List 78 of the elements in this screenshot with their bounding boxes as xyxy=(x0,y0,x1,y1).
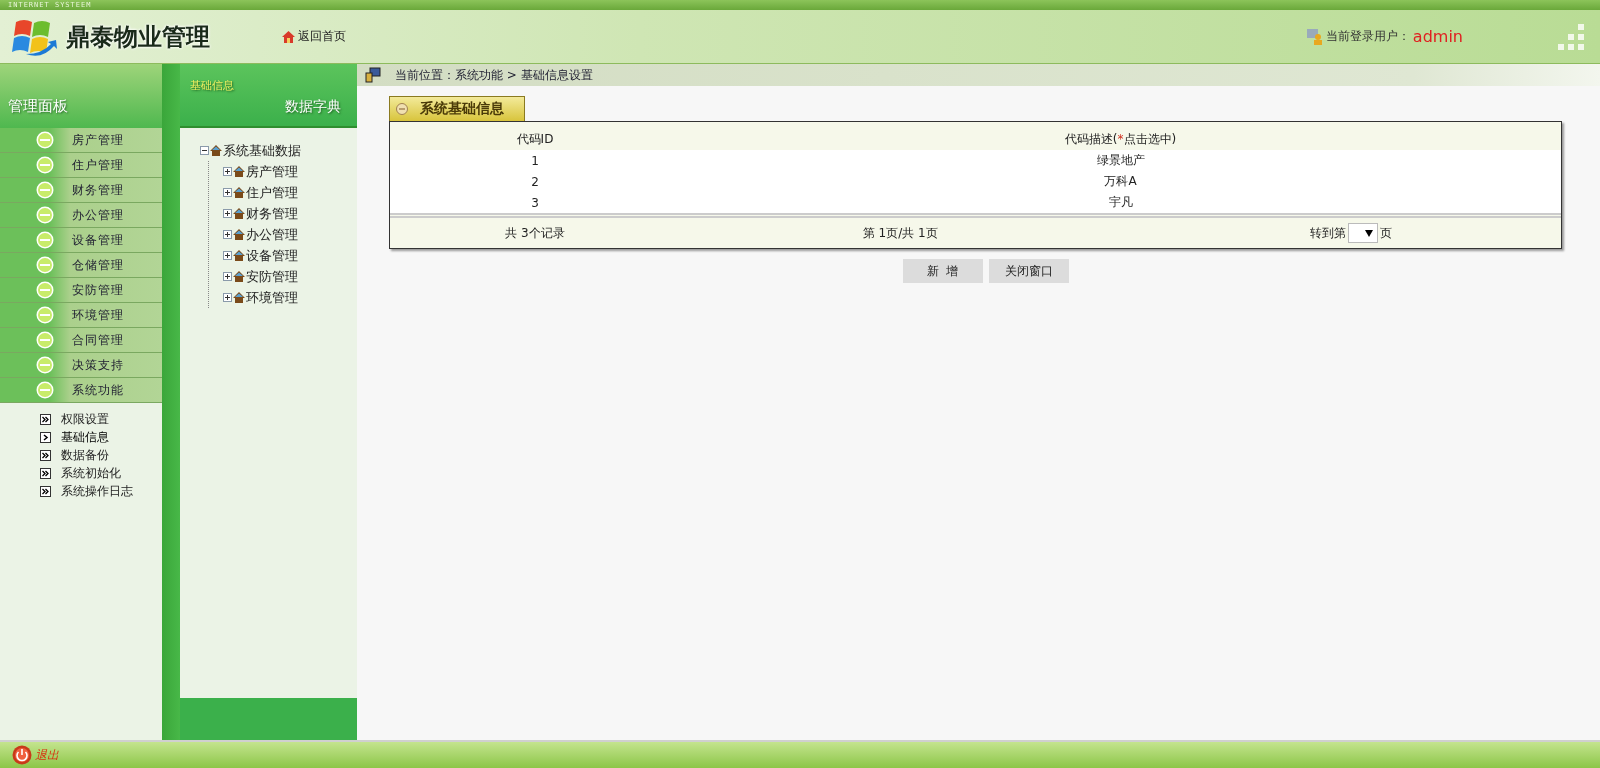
tree-item[interactable]: 设备管理 xyxy=(246,246,298,265)
house-icon xyxy=(233,292,245,303)
round-button-icon xyxy=(36,256,54,274)
house-icon xyxy=(233,187,245,198)
round-button-icon xyxy=(36,381,54,399)
tree-item[interactable]: 系统基础数据 xyxy=(223,141,301,160)
menu-item[interactable]: 合同管理 xyxy=(0,328,162,353)
house-icon xyxy=(233,208,245,219)
user-name: admin xyxy=(1412,27,1463,46)
expand-icon[interactable] xyxy=(223,167,232,176)
house-icon xyxy=(233,271,245,282)
table-cell[interactable]: 绿景地产 xyxy=(1096,152,1145,169)
round-button-icon xyxy=(36,131,54,149)
action-button[interactable]: 新 增 xyxy=(902,259,983,283)
menu-item[interactable]: 系统功能 xyxy=(0,378,162,403)
house-icon xyxy=(233,229,245,240)
tree-item[interactable]: 房产管理 xyxy=(246,162,298,181)
dropdown-icon xyxy=(1364,229,1373,237)
column-header: 代码ID xyxy=(516,131,554,148)
tree-item[interactable]: 安防管理 xyxy=(246,267,298,286)
submenu-item[interactable]: 系统初始化 xyxy=(61,465,121,482)
round-button-icon xyxy=(36,331,54,349)
page-info: 第 1页/共 1页 xyxy=(862,224,938,242)
tree-item[interactable]: 办公管理 xyxy=(246,225,298,244)
round-button-icon xyxy=(36,181,54,199)
page-select[interactable] xyxy=(1347,223,1378,243)
tree-item[interactable]: 财务管理 xyxy=(246,204,298,223)
record-count: 共 3个记录 xyxy=(505,224,565,242)
user-icon xyxy=(1306,28,1323,45)
column-header: 代码描述(*点击选中) xyxy=(1064,131,1177,148)
expand-icon[interactable] xyxy=(223,209,232,218)
tree-item[interactable]: 环境管理 xyxy=(246,288,298,307)
submenu-item[interactable]: 权限设置 xyxy=(61,411,109,428)
menu-item[interactable]: 财务管理 xyxy=(0,178,162,203)
menu-item[interactable]: 安防管理 xyxy=(0,278,162,303)
tree-item[interactable]: 住户管理 xyxy=(246,183,298,202)
expand-icon[interactable] xyxy=(223,293,232,302)
goto-label: 转到第 xyxy=(1309,224,1346,242)
menu-item[interactable]: 住户管理 xyxy=(0,153,162,178)
home-link[interactable]: 返回首页 xyxy=(282,28,346,45)
house-icon xyxy=(233,166,245,177)
minus-icon xyxy=(396,103,408,115)
user-label: 当前登录用户： xyxy=(1325,28,1410,45)
table-cell[interactable]: 宇凡 xyxy=(1108,194,1133,211)
menu-item[interactable]: 房产管理 xyxy=(0,128,162,153)
expand-icon[interactable] xyxy=(223,251,232,260)
menu-item[interactable]: 办公管理 xyxy=(0,203,162,228)
table-cell: 2 xyxy=(531,174,539,189)
round-button-icon xyxy=(36,306,54,324)
round-button-icon xyxy=(36,281,54,299)
action-button[interactable]: 关闭窗口 xyxy=(988,259,1069,283)
expand-icon[interactable] xyxy=(223,188,232,197)
round-button-icon xyxy=(36,231,54,249)
submenu-item[interactable]: 基础信息 xyxy=(61,429,109,446)
sidebar-title: 管理面板 xyxy=(8,97,68,116)
menu-item[interactable]: 决策支持 xyxy=(0,353,162,378)
submenu-item[interactable]: 系统操作日志 xyxy=(61,483,133,500)
round-button-icon xyxy=(36,206,54,224)
menu-item[interactable]: 环境管理 xyxy=(0,303,162,328)
menu-item[interactable]: 仓储管理 xyxy=(0,253,162,278)
breadcrumb: 当前位置：系统功能 > 基础信息设置 xyxy=(395,66,593,84)
submenu-item[interactable]: 数据备份 xyxy=(61,447,109,464)
table-cell[interactable]: 万科A xyxy=(1104,173,1137,190)
app-title: 鼎泰物业管理 xyxy=(66,20,210,53)
table-cell: 1 xyxy=(531,153,539,168)
round-button-icon xyxy=(36,356,54,374)
table-cell: 3 xyxy=(531,195,539,210)
house-icon xyxy=(282,30,295,43)
expand-icon[interactable] xyxy=(223,272,232,281)
goto-suffix: 页 xyxy=(1379,224,1392,242)
menu-item[interactable]: 设备管理 xyxy=(0,228,162,253)
computer-icon xyxy=(365,67,381,83)
round-button-icon xyxy=(36,156,54,174)
power-icon xyxy=(12,745,32,765)
collapse-icon[interactable] xyxy=(200,146,209,155)
house-icon xyxy=(233,250,245,261)
expand-icon[interactable] xyxy=(223,230,232,239)
house-icon xyxy=(210,145,222,156)
